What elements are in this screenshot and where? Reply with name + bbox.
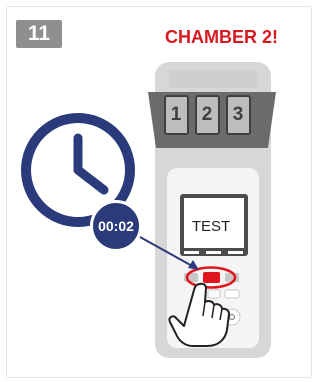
- device-illustration: [21, 62, 276, 358]
- chamber-label-1: 1: [170, 104, 182, 125]
- device-top-cap: [169, 70, 257, 88]
- instruction-card-root: 11 CHAMBER 2! 1 2 3 TEST 00:02: [0, 0, 320, 382]
- chamber-label-2: 2: [201, 104, 213, 125]
- chamber-label-3: 3: [232, 104, 244, 125]
- display-text: TEST: [191, 218, 231, 235]
- display-softkey: [206, 251, 221, 254]
- display-softkey: [228, 251, 243, 254]
- timer-badge: 00:02: [90, 200, 142, 252]
- chamber-3-button: [225, 273, 239, 282]
- device-button: [224, 289, 240, 299]
- display-softkey: [184, 251, 199, 254]
- chamber-2-button: [203, 272, 220, 283]
- device-button: [207, 289, 221, 299]
